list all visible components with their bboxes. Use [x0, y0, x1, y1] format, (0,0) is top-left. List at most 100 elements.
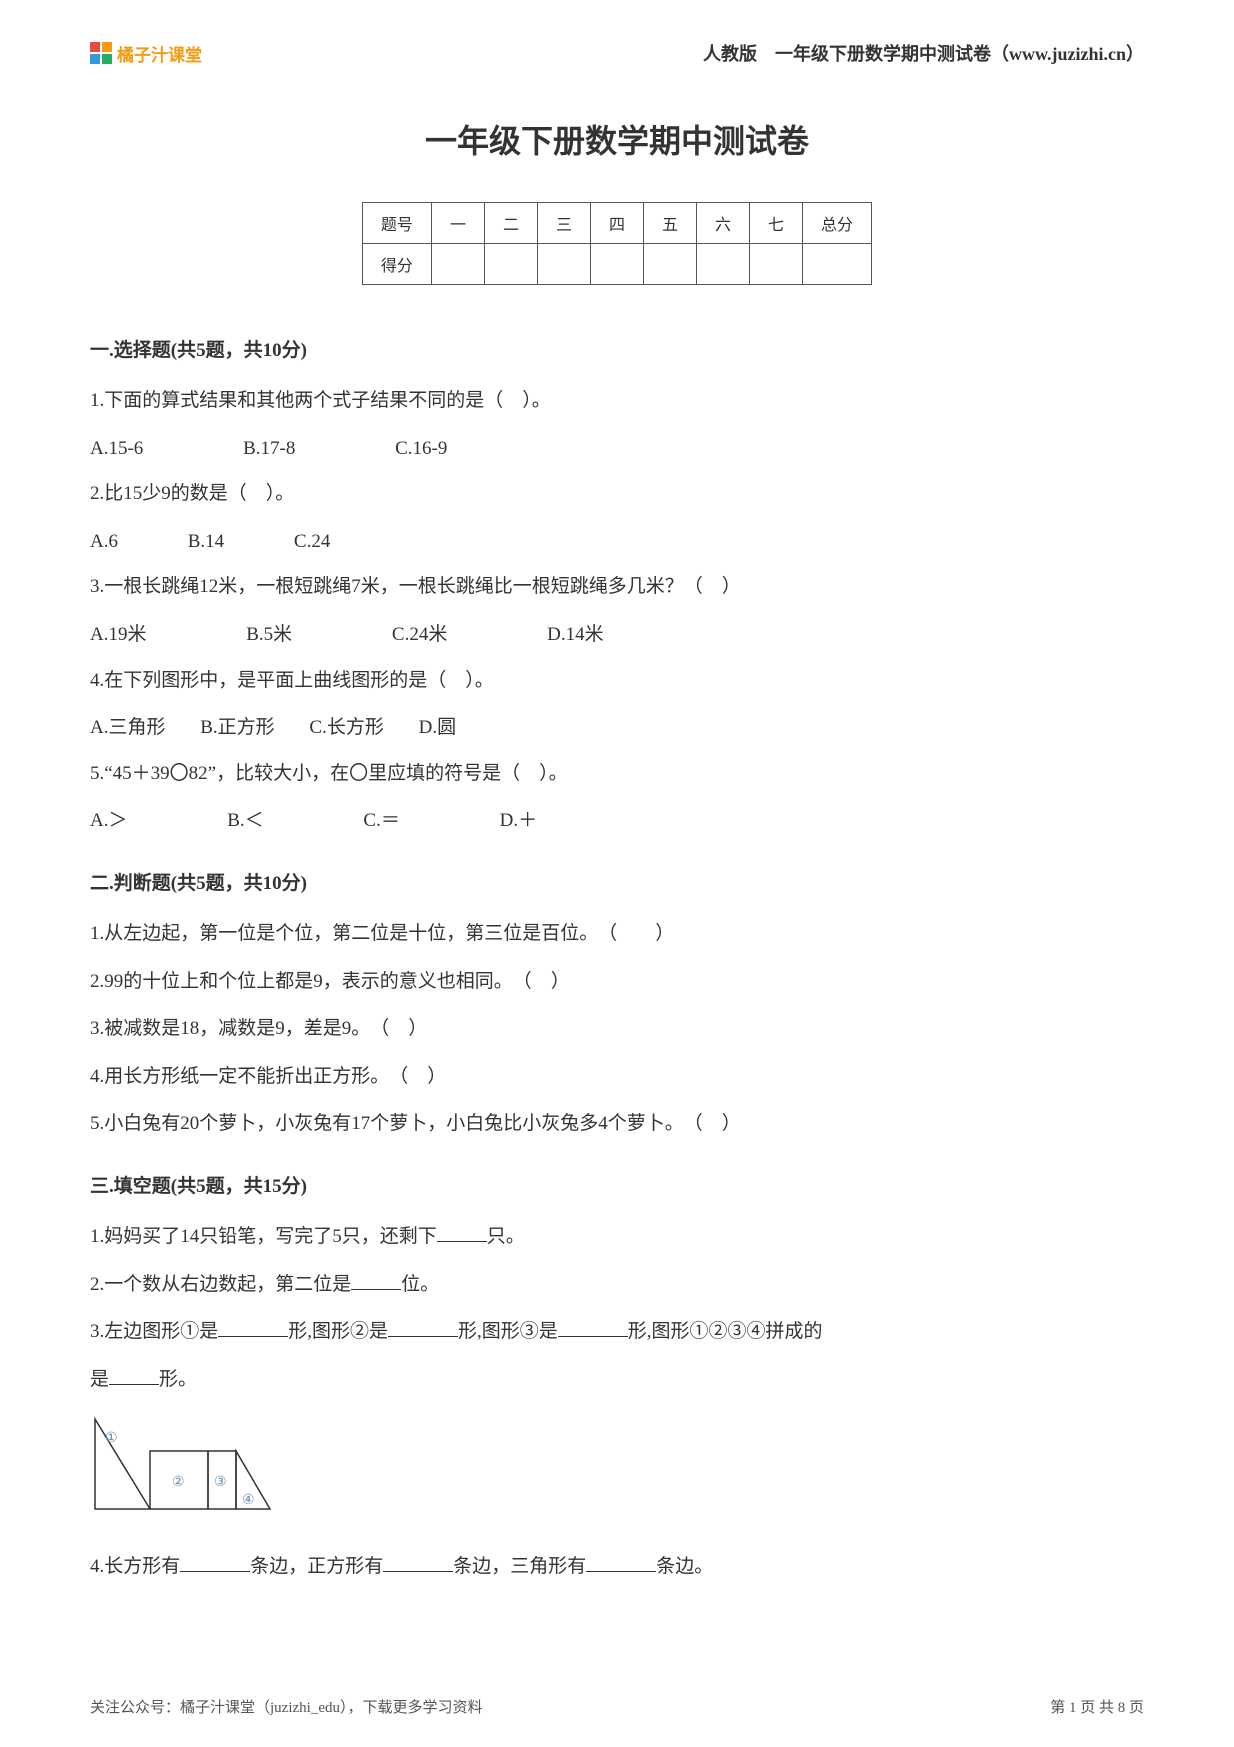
- text: 条边，三角形有: [453, 1556, 586, 1577]
- option-a: A.15-6: [90, 426, 143, 472]
- option-b: B.17-8: [243, 426, 295, 472]
- text: 4.长方形有: [90, 1556, 180, 1577]
- option-d: D.＋: [500, 798, 537, 844]
- cell: [484, 244, 537, 285]
- s2-q1: 1.从左边起，第一位是个位，第二位是十位，第三位是百位。 （ ）: [90, 911, 1144, 957]
- text: 形,图形③是: [458, 1321, 558, 1342]
- text: 3.左边图形①是: [90, 1321, 218, 1342]
- cell: [644, 244, 697, 285]
- fill-blank: [558, 1336, 628, 1337]
- text: 形,图形①②③④拼成的: [628, 1321, 823, 1342]
- option-b: B.14: [188, 519, 224, 565]
- option-b: B.正方形: [200, 705, 274, 751]
- q1-text: 1.下面的算式结果和其他两个式子结果不同的是（ ）。: [90, 378, 1144, 424]
- shapes-figure: ① ② ③ ④: [90, 1414, 1144, 1524]
- s3-q3b: 是 形。: [90, 1357, 1144, 1403]
- shape-label-1: ①: [105, 1429, 118, 1445]
- cell: [750, 244, 803, 285]
- cell: 七: [750, 203, 803, 244]
- cell: [697, 244, 750, 285]
- option-c: C.长方形: [309, 705, 383, 751]
- option-c: C.24: [294, 519, 330, 565]
- cell: 二: [484, 203, 537, 244]
- logo-text: 橘子汁课堂: [117, 41, 202, 66]
- option-b: B.5米: [246, 612, 292, 658]
- cell: [590, 244, 643, 285]
- header-meta: 人教版 一年级下册数学期中测试卷（www.juzizhi.cn）: [703, 40, 1144, 66]
- text: 条边。: [656, 1556, 713, 1577]
- option-c: C.＝: [363, 798, 399, 844]
- text: 形。: [159, 1369, 197, 1390]
- q1-options: A.15-6 B.17-8 C.16-9: [90, 426, 1144, 472]
- q3-text: 3.一根长跳绳12米，一根短跳绳7米，一根长跳绳比一根短跳绳多几米？（ ）: [90, 564, 1144, 610]
- q2-text: 2.比15少9的数是（ ）。: [90, 471, 1144, 517]
- shape-label-3: ③: [214, 1473, 227, 1489]
- cell: 三: [537, 203, 590, 244]
- s3-q2: 2.一个数从右边数起，第二位是 位。: [90, 1262, 1144, 1308]
- text: 条边，正方形有: [250, 1556, 383, 1577]
- cell: 一: [431, 203, 484, 244]
- s3-q1: 1.妈妈买了14只铅笔，写完了5只，还剩下 只。: [90, 1214, 1144, 1260]
- cell: [537, 244, 590, 285]
- text: 2.一个数从右边数起，第二位是: [90, 1274, 351, 1295]
- option-a: A.三角形: [90, 705, 165, 751]
- option-d: D.圆: [419, 705, 456, 751]
- q2-options: A.6 B.14 C.24: [90, 519, 1144, 565]
- page-footer: 关注公众号：橘子汁课堂（juzizhi_edu），下载更多学习资料 第 1 页 …: [90, 1696, 1144, 1717]
- option-d: D.14米: [547, 612, 603, 658]
- page-title: 一年级下册数学期中测试卷: [90, 116, 1144, 162]
- q5-options: A.＞ B.＜ C.＝ D.＋: [90, 798, 1144, 844]
- s2-q3: 3.被减数是18，减数是9，差是9。 （ ）: [90, 1006, 1144, 1052]
- cell: 四: [590, 203, 643, 244]
- q4-text: 4.在下列图形中，是平面上曲线图形的是（ ）。: [90, 658, 1144, 704]
- text: 只。: [487, 1226, 525, 1247]
- footer-right: 第 1 页 共 8 页: [1050, 1696, 1144, 1717]
- s3-q3: 3.左边图形①是 形,图形②是 形,图形③是 形,图形①②③④拼成的: [90, 1309, 1144, 1355]
- logo-icon: [90, 42, 112, 64]
- table-row: 得分: [362, 244, 871, 285]
- fill-blank: [180, 1571, 250, 1572]
- s3-q4: 4.长方形有 条边，正方形有 条边，三角形有 条边。: [90, 1544, 1144, 1590]
- option-a: A.6: [90, 519, 118, 565]
- s2-q2: 2.99的十位上和个位上都是9，表示的意义也相同。 （ ）: [90, 959, 1144, 1005]
- section-2-head: 二.判断题(共5题，共10分): [90, 868, 1144, 895]
- cell: [803, 244, 872, 285]
- shape-label-2: ②: [172, 1473, 185, 1489]
- cell: 题号: [362, 203, 431, 244]
- cell: 总分: [803, 203, 872, 244]
- text: 是: [90, 1369, 109, 1390]
- fill-blank: [437, 1241, 487, 1242]
- q3-options: A.19米 B.5米 C.24米 D.14米: [90, 612, 1144, 658]
- table-row: 题号 一 二 三 四 五 六 七 总分: [362, 203, 871, 244]
- fill-blank: [383, 1571, 453, 1572]
- s2-q5: 5.小白兔有20个萝卜，小灰兔有17个萝卜，小白兔比小灰兔多4个萝卜。 （ ）: [90, 1101, 1144, 1147]
- cell: 五: [644, 203, 697, 244]
- footer-left: 关注公众号：橘子汁课堂（juzizhi_edu），下载更多学习资料: [90, 1696, 482, 1717]
- section-1-head: 一.选择题(共5题，共10分): [90, 335, 1144, 362]
- q4-options: A.三角形 B.正方形 C.长方形 D.圆: [90, 705, 1144, 751]
- fill-blank: [351, 1289, 401, 1290]
- fill-blank: [586, 1571, 656, 1572]
- cell: 六: [697, 203, 750, 244]
- section-3-head: 三.填空题(共5题，共15分): [90, 1171, 1144, 1198]
- logo: 橘子汁课堂: [90, 41, 202, 66]
- fill-blank: [388, 1336, 458, 1337]
- text: 位。: [401, 1274, 439, 1295]
- option-b: B.＜: [227, 798, 263, 844]
- cell: [431, 244, 484, 285]
- cell: 得分: [362, 244, 431, 285]
- score-table: 题号 一 二 三 四 五 六 七 总分 得分: [362, 202, 872, 285]
- text: 1.妈妈买了14只铅笔，写完了5只，还剩下: [90, 1226, 437, 1247]
- shapes-svg: ① ② ③ ④: [90, 1414, 300, 1519]
- page-header: 橘子汁课堂 人教版 一年级下册数学期中测试卷（www.juzizhi.cn）: [90, 40, 1144, 66]
- fill-blank: [218, 1336, 288, 1337]
- s2-q4: 4.用长方形纸一定不能折出正方形。 （ ）: [90, 1054, 1144, 1100]
- text: 形,图形②是: [288, 1321, 388, 1342]
- option-c: C.24米: [392, 612, 447, 658]
- option-a: A.＞: [90, 798, 127, 844]
- option-a: A.19米: [90, 612, 146, 658]
- q5-text: 5.“45＋39〇82”，比较大小，在〇里应填的符号是（ ）。: [90, 751, 1144, 797]
- shape-label-4: ④: [242, 1491, 255, 1507]
- fill-blank: [109, 1384, 159, 1385]
- option-c: C.16-9: [395, 426, 447, 472]
